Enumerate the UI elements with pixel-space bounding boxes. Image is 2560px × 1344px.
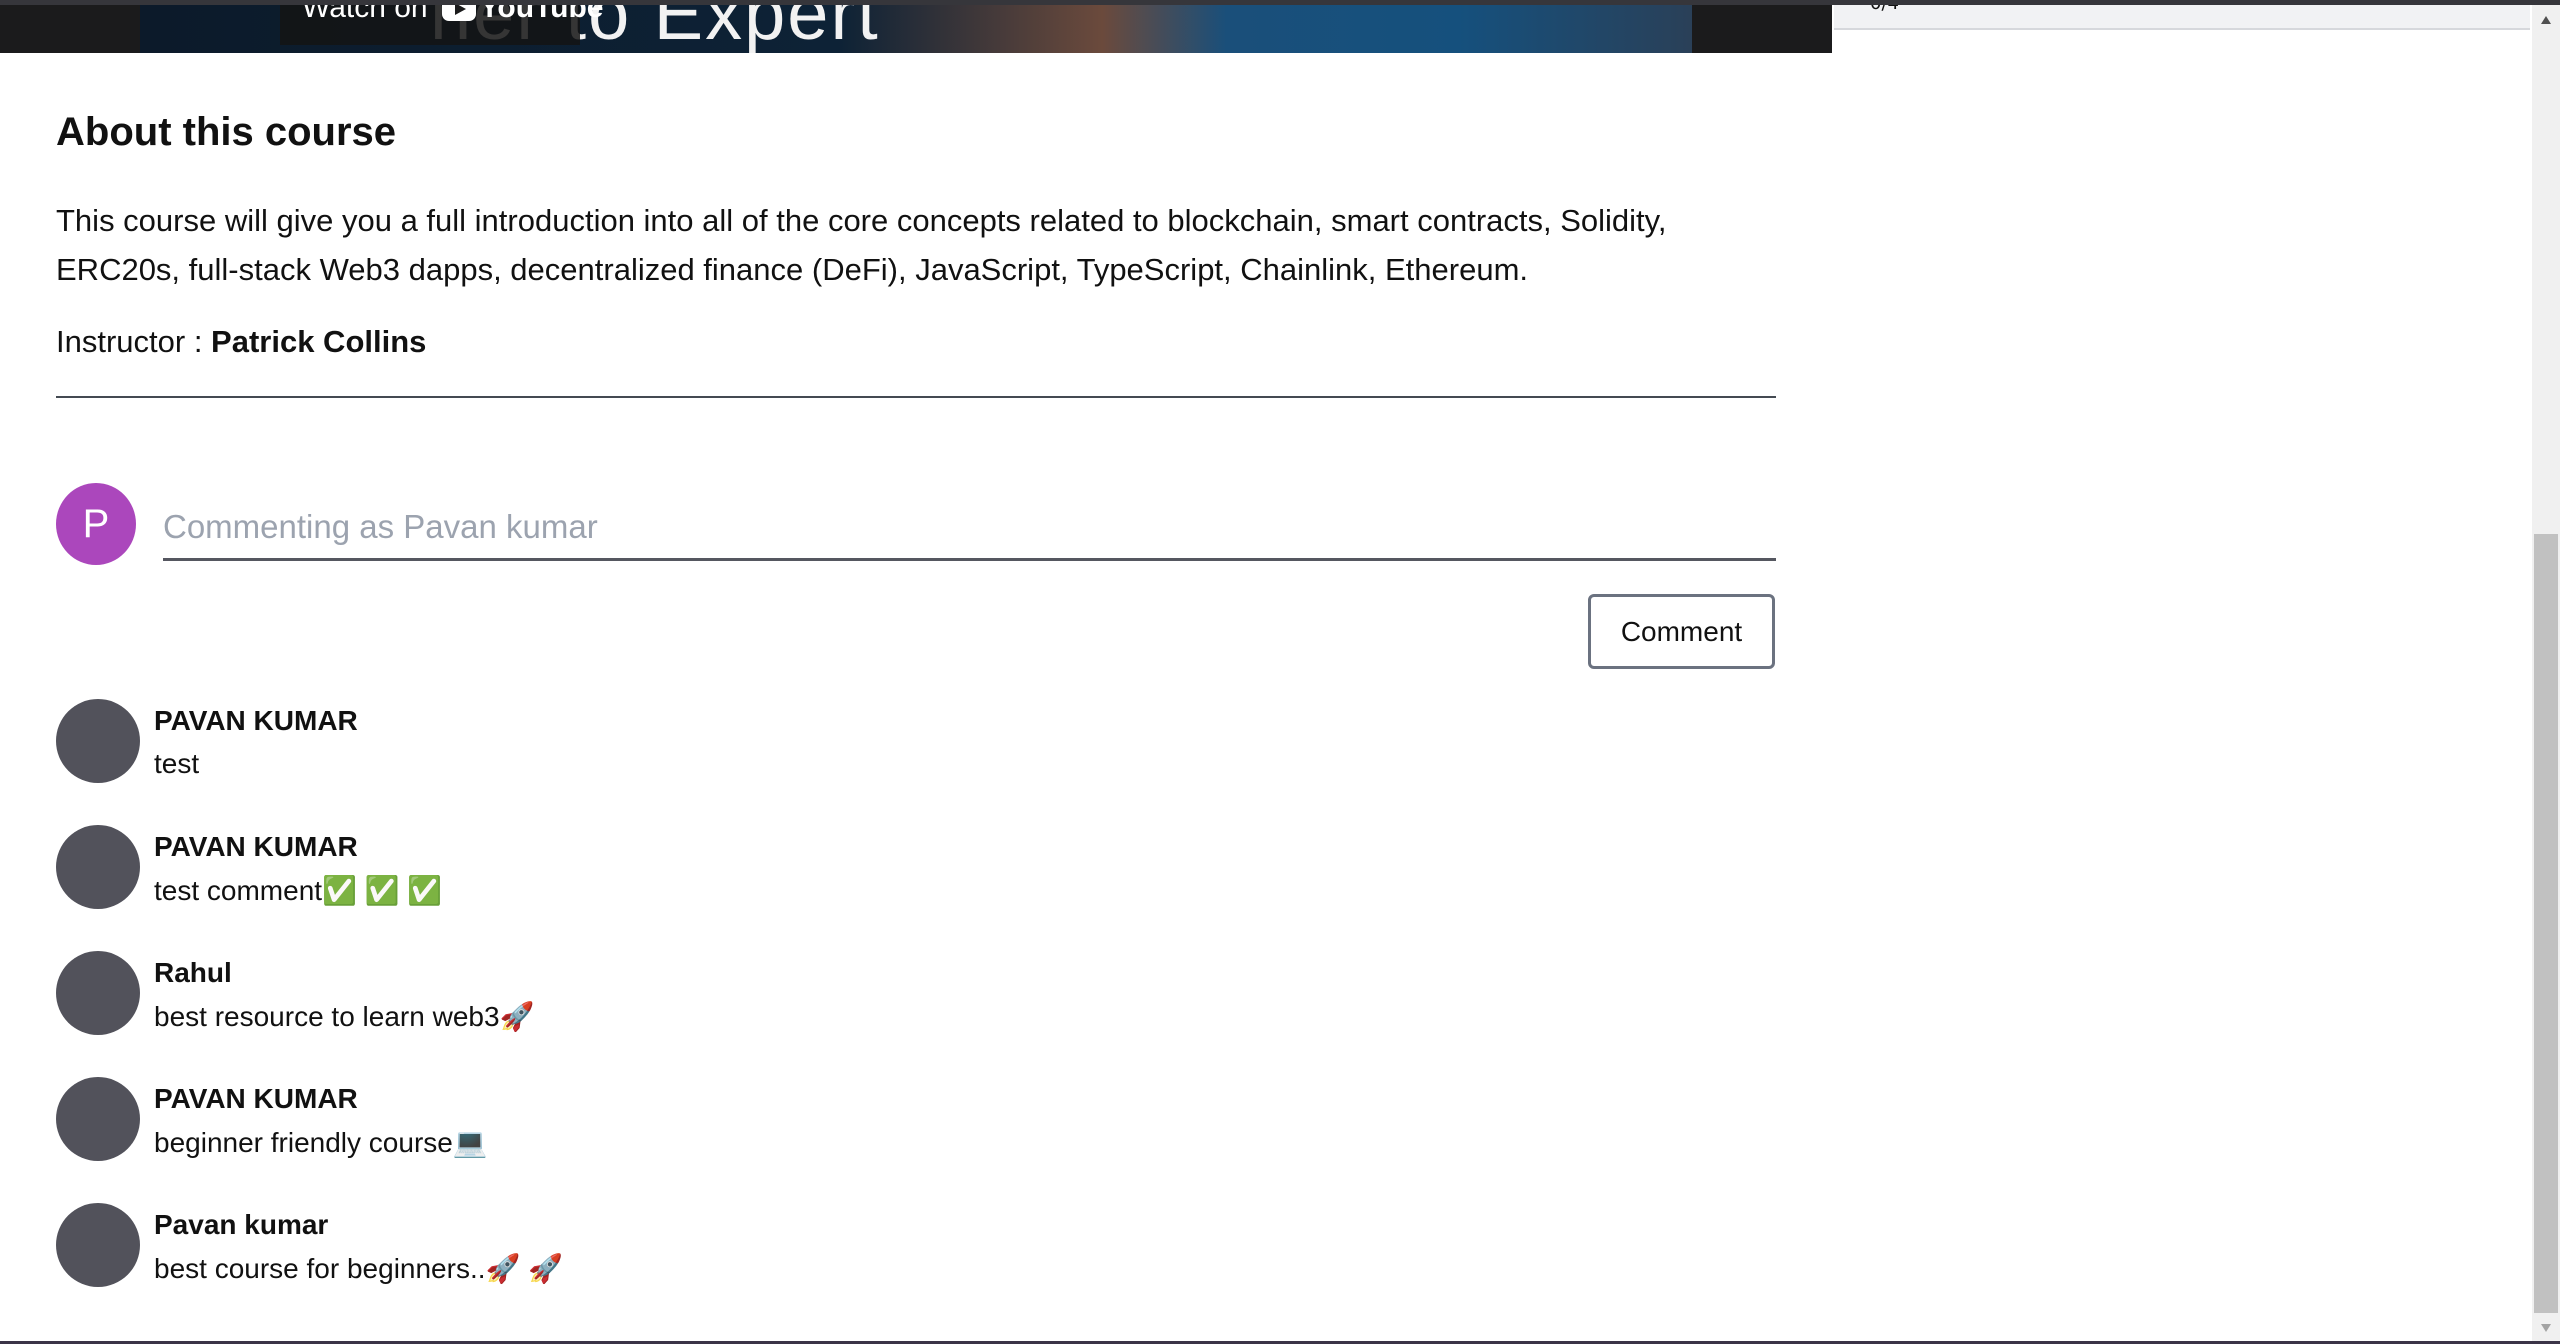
section-divider <box>56 396 1776 398</box>
video-player[interactable]: ner to Expert Watch on YouTube <box>0 5 1832 53</box>
side-panel-header-text: 0/4 <box>1870 5 1899 14</box>
comment-author: Pavan kumar <box>154 1209 329 1240</box>
comment-item: Rahul best resource to learn web3🚀 <box>56 951 1776 1077</box>
comment-submit-button[interactable]: Comment <box>1588 594 1775 669</box>
comment-avatar <box>56 1203 140 1287</box>
comment-avatar <box>56 825 140 909</box>
comment-item: PAVAN KUMAR beginner friendly course💻 <box>56 1077 1776 1203</box>
youtube-play-icon <box>441 5 476 22</box>
comment-item: PAVAN KUMAR test <box>56 699 1776 825</box>
comment-item: Pavan kumar best course for beginners..🚀… <box>56 1203 1776 1329</box>
comment-text: test <box>154 748 200 779</box>
comment-text: test comment✅ ✅ ✅ <box>154 875 443 906</box>
watch-on-youtube-label: Watch on YouTube <box>302 5 604 25</box>
comment-author: PAVAN KUMAR <box>154 831 358 862</box>
comment-input[interactable] <box>163 496 1776 561</box>
instructor-name: Patrick Collins <box>211 324 427 359</box>
page-scrollbar[interactable] <box>2532 5 2560 1342</box>
comment-author: Rahul <box>154 957 232 988</box>
scroll-up-arrow-icon[interactable] <box>2532 5 2560 33</box>
instructor-label: Instructor : <box>56 324 212 359</box>
course-description: This course will give you a full introdu… <box>56 203 1667 287</box>
scrollbar-thumb[interactable] <box>2534 534 2558 1313</box>
scroll-down-arrow-icon[interactable] <box>2532 1314 2560 1342</box>
comment-author: PAVAN KUMAR <box>154 705 358 736</box>
comment-avatar <box>56 699 140 783</box>
comment-text: best resource to learn web3🚀 <box>154 1001 535 1032</box>
comment-avatar <box>56 1077 140 1161</box>
comments-list: PAVAN KUMAR test PAVAN KUMAR test commen… <box>56 699 1776 1329</box>
comment-text: beginner friendly course💻 <box>154 1127 488 1158</box>
watch-on-text: Watch on <box>302 5 428 24</box>
current-user-avatar: P <box>56 483 136 565</box>
comment-text: best course for beginners..🚀 🚀 <box>154 1253 564 1284</box>
instructor-line: Instructor : Patrick Collins <box>56 324 426 360</box>
comment-avatar <box>56 951 140 1035</box>
video-thumbnail[interactable]: ner to Expert Watch on YouTube <box>140 5 1692 53</box>
watch-on-youtube-button[interactable]: Watch on YouTube <box>280 5 604 45</box>
comment-item: PAVAN KUMAR test comment✅ ✅ ✅ <box>56 825 1776 951</box>
about-heading: About this course <box>56 110 397 154</box>
youtube-wordmark: YouTube <box>479 5 604 24</box>
comment-author: PAVAN KUMAR <box>154 1083 358 1114</box>
side-panel-header: 0/4 <box>1834 5 2530 30</box>
